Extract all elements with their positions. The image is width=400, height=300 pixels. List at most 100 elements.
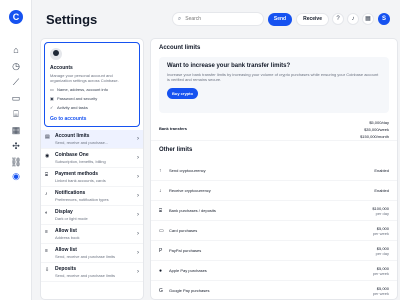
bank-icon: ⌸	[45, 172, 49, 178]
menu-item-allow-list-2[interactable]: ≡ Allow list Send, receive and purchase l…	[41, 244, 143, 263]
menu-item-subtitle: Send, receive and purchase limits	[55, 254, 116, 259]
other-limits-list: ↑ Send cryptocurrency Enabled ↓ Receive …	[151, 161, 397, 299]
google-icon: G	[159, 287, 163, 294]
row-label: Name, address, account info	[57, 87, 108, 92]
menu-item-notifications[interactable]: ♪ Notifications Preferences, notification…	[41, 187, 143, 206]
menu-item-subtitle: Send, receive and purchase limits	[55, 273, 116, 278]
left-rail: C ⌂ ◷ ⟋ ▭ ⌸ ▦ ✣ ⛓ ◉	[0, 0, 32, 300]
limit-value-block: Enabled	[374, 188, 389, 193]
limit-period: per week	[372, 230, 389, 236]
search-box[interactable]: ⌕	[171, 12, 264, 26]
limit-row-card-purchases: ▭ Card purchases $5,000 per week	[151, 221, 397, 241]
menu-item-title: Display	[55, 209, 73, 215]
id-card-icon: ▭	[50, 87, 54, 92]
menu-item-title: Coinbase One	[55, 152, 89, 158]
bell-icon[interactable]: ♪	[347, 13, 359, 25]
menu-item-title: Payment methods	[55, 171, 99, 177]
banner-title: Want to increase your bank transfer limi…	[167, 63, 291, 69]
grid-icon[interactable]: ▦	[10, 124, 22, 136]
accounts-card[interactable]: Accounts Manage your personal account an…	[44, 42, 140, 127]
limit-value: $100,000	[372, 205, 389, 211]
coinbase-one-icon: ◉	[45, 153, 50, 159]
limit-value-block: $100,000 per day	[372, 206, 389, 216]
limit-period: per day	[375, 250, 389, 256]
bell-icon: ♪	[45, 191, 48, 197]
limit-value: Enabled	[374, 188, 389, 193]
coinbase-logo[interactable]: C	[9, 10, 23, 24]
menu-item-coinbase-one[interactable]: ◉ Coinbase One Subscription, benefits, bi…	[41, 149, 143, 168]
menu-item-subtitle: Dark or light mode	[55, 216, 88, 221]
limit-row-receive: ↓ Receive cryptocurrency Enabled	[151, 181, 397, 201]
limit-value: $5,000	[376, 245, 389, 251]
deposit-icon: ⇩	[45, 267, 50, 273]
activity-icon: ✓	[50, 105, 54, 110]
menu-item-title: Allow list	[55, 228, 77, 234]
chevron-right-icon: ›	[137, 250, 139, 256]
lock-icon: ▣	[50, 96, 54, 101]
menu-item-title: Allow list	[55, 247, 77, 253]
menu-item-subtitle: Send, receive and purchase...	[55, 140, 109, 145]
limit-name: Receive cryptocurrency	[169, 188, 211, 193]
banner-description: Increase your bank transfer limits by in…	[167, 72, 379, 82]
limit-value-block: $5,000 per week	[373, 286, 389, 296]
limit-value-block: Enabled	[374, 168, 389, 173]
home-icon[interactable]: ⌂	[10, 44, 22, 56]
limit-row-send: ↑ Send cryptocurrency Enabled	[151, 161, 397, 181]
arrow-up-icon: ↑	[159, 167, 162, 174]
menu-item-display[interactable]: ◐ Display Dark or light mode ›	[41, 206, 143, 225]
arrow-down-icon: ↓	[159, 187, 162, 194]
avatar[interactable]: S	[378, 13, 390, 25]
search-icon: ⌕	[177, 15, 182, 22]
menu-item-account-limits[interactable]: ▤ Account limits Send, receive and purcha…	[41, 130, 143, 149]
apps-grid-icon[interactable]: ▦	[362, 13, 374, 25]
chevron-right-icon: ›	[137, 136, 139, 142]
bank-transfers-row: Bank transfers $5,000/day $35,000/week $…	[151, 113, 397, 141]
go-to-accounts-link[interactable]: Go to accounts	[50, 116, 134, 122]
menu-item-allow-list[interactable]: ≡ Allow list Address book ›	[41, 225, 143, 244]
activity-row: ✓ Activity and tasks	[50, 105, 134, 110]
display-icon: ◐	[45, 210, 49, 216]
menu-item-deposits[interactable]: ⇩ Deposits Send, receive and purchase lim…	[41, 263, 143, 282]
chevron-right-icon: ›	[137, 212, 139, 218]
chevron-right-icon: ›	[137, 231, 139, 237]
menu-item-subtitle: Subscription, benefits, billing	[55, 159, 106, 164]
settings-nav-panel: Accounts Manage your personal account an…	[40, 38, 144, 300]
chevron-right-icon: ›	[137, 193, 139, 199]
help-icon[interactable]: ?	[332, 13, 344, 25]
limit-row-paypal: P PayPal purchases $5,000 per day	[151, 241, 397, 261]
limit-row-google-pay: G Google Pay purchases $5,000 per week	[151, 281, 397, 299]
clock-icon[interactable]: ◷	[10, 60, 22, 72]
limit-value-block: $5,000 per week	[373, 266, 389, 276]
top-header: Settings ⌕ Send Receive ? ♪ ▦ S	[32, 0, 400, 38]
limit-row-apple-pay: ● Apple Pay purchases $5,000 per week	[151, 261, 397, 281]
bank-transfers-label: Bank transfers	[159, 126, 188, 131]
search-input[interactable]	[185, 16, 256, 22]
password-row: ▣ Password and security	[50, 96, 134, 101]
list-icon: ≡	[45, 248, 48, 254]
menu-item-payment-methods[interactable]: ⌸ Payment methods Linked bank accounts, c…	[41, 168, 143, 187]
apps-icon[interactable]: ✣	[10, 140, 22, 152]
menu-item-title: Deposits	[55, 266, 77, 272]
buy-crypto-button[interactable]: Buy crypto	[167, 88, 198, 99]
bank-icon[interactable]: ⌸	[10, 108, 22, 120]
menu-item-title: Account limits	[55, 133, 90, 139]
bank-transfer-values: $5,000/day $35,000/week $150,000/month	[360, 119, 389, 139]
limit-name: Send cryptocurrency	[169, 168, 206, 173]
chevron-right-icon: ›	[137, 269, 139, 275]
limit-value-block: $5,000 per day	[376, 246, 389, 256]
settings-icon[interactable]: ◉	[10, 170, 22, 182]
link-icon[interactable]: ⛓	[10, 156, 22, 168]
section-title: Account limits	[159, 45, 201, 51]
card-icon[interactable]: ▭	[10, 92, 22, 104]
send-button[interactable]: Send	[267, 12, 293, 26]
receive-button[interactable]: Receive	[296, 12, 329, 26]
list-icon: ≡	[45, 229, 48, 235]
chart-icon[interactable]: ⟋	[10, 76, 22, 88]
limit-value: Enabled	[374, 168, 389, 173]
menu-item-subtitle: Preferences, notification types	[55, 197, 109, 202]
account-info-row: ▭ Name, address, account info	[50, 87, 134, 92]
menu-item-title: Notifications	[55, 190, 86, 196]
limit-row-bank-purchases: ⌸ Bank purchases / deposits $100,000 per …	[151, 201, 397, 221]
limit-name: PayPal purchases	[169, 248, 202, 253]
bank-limit-month: $150,000/month	[360, 134, 389, 139]
